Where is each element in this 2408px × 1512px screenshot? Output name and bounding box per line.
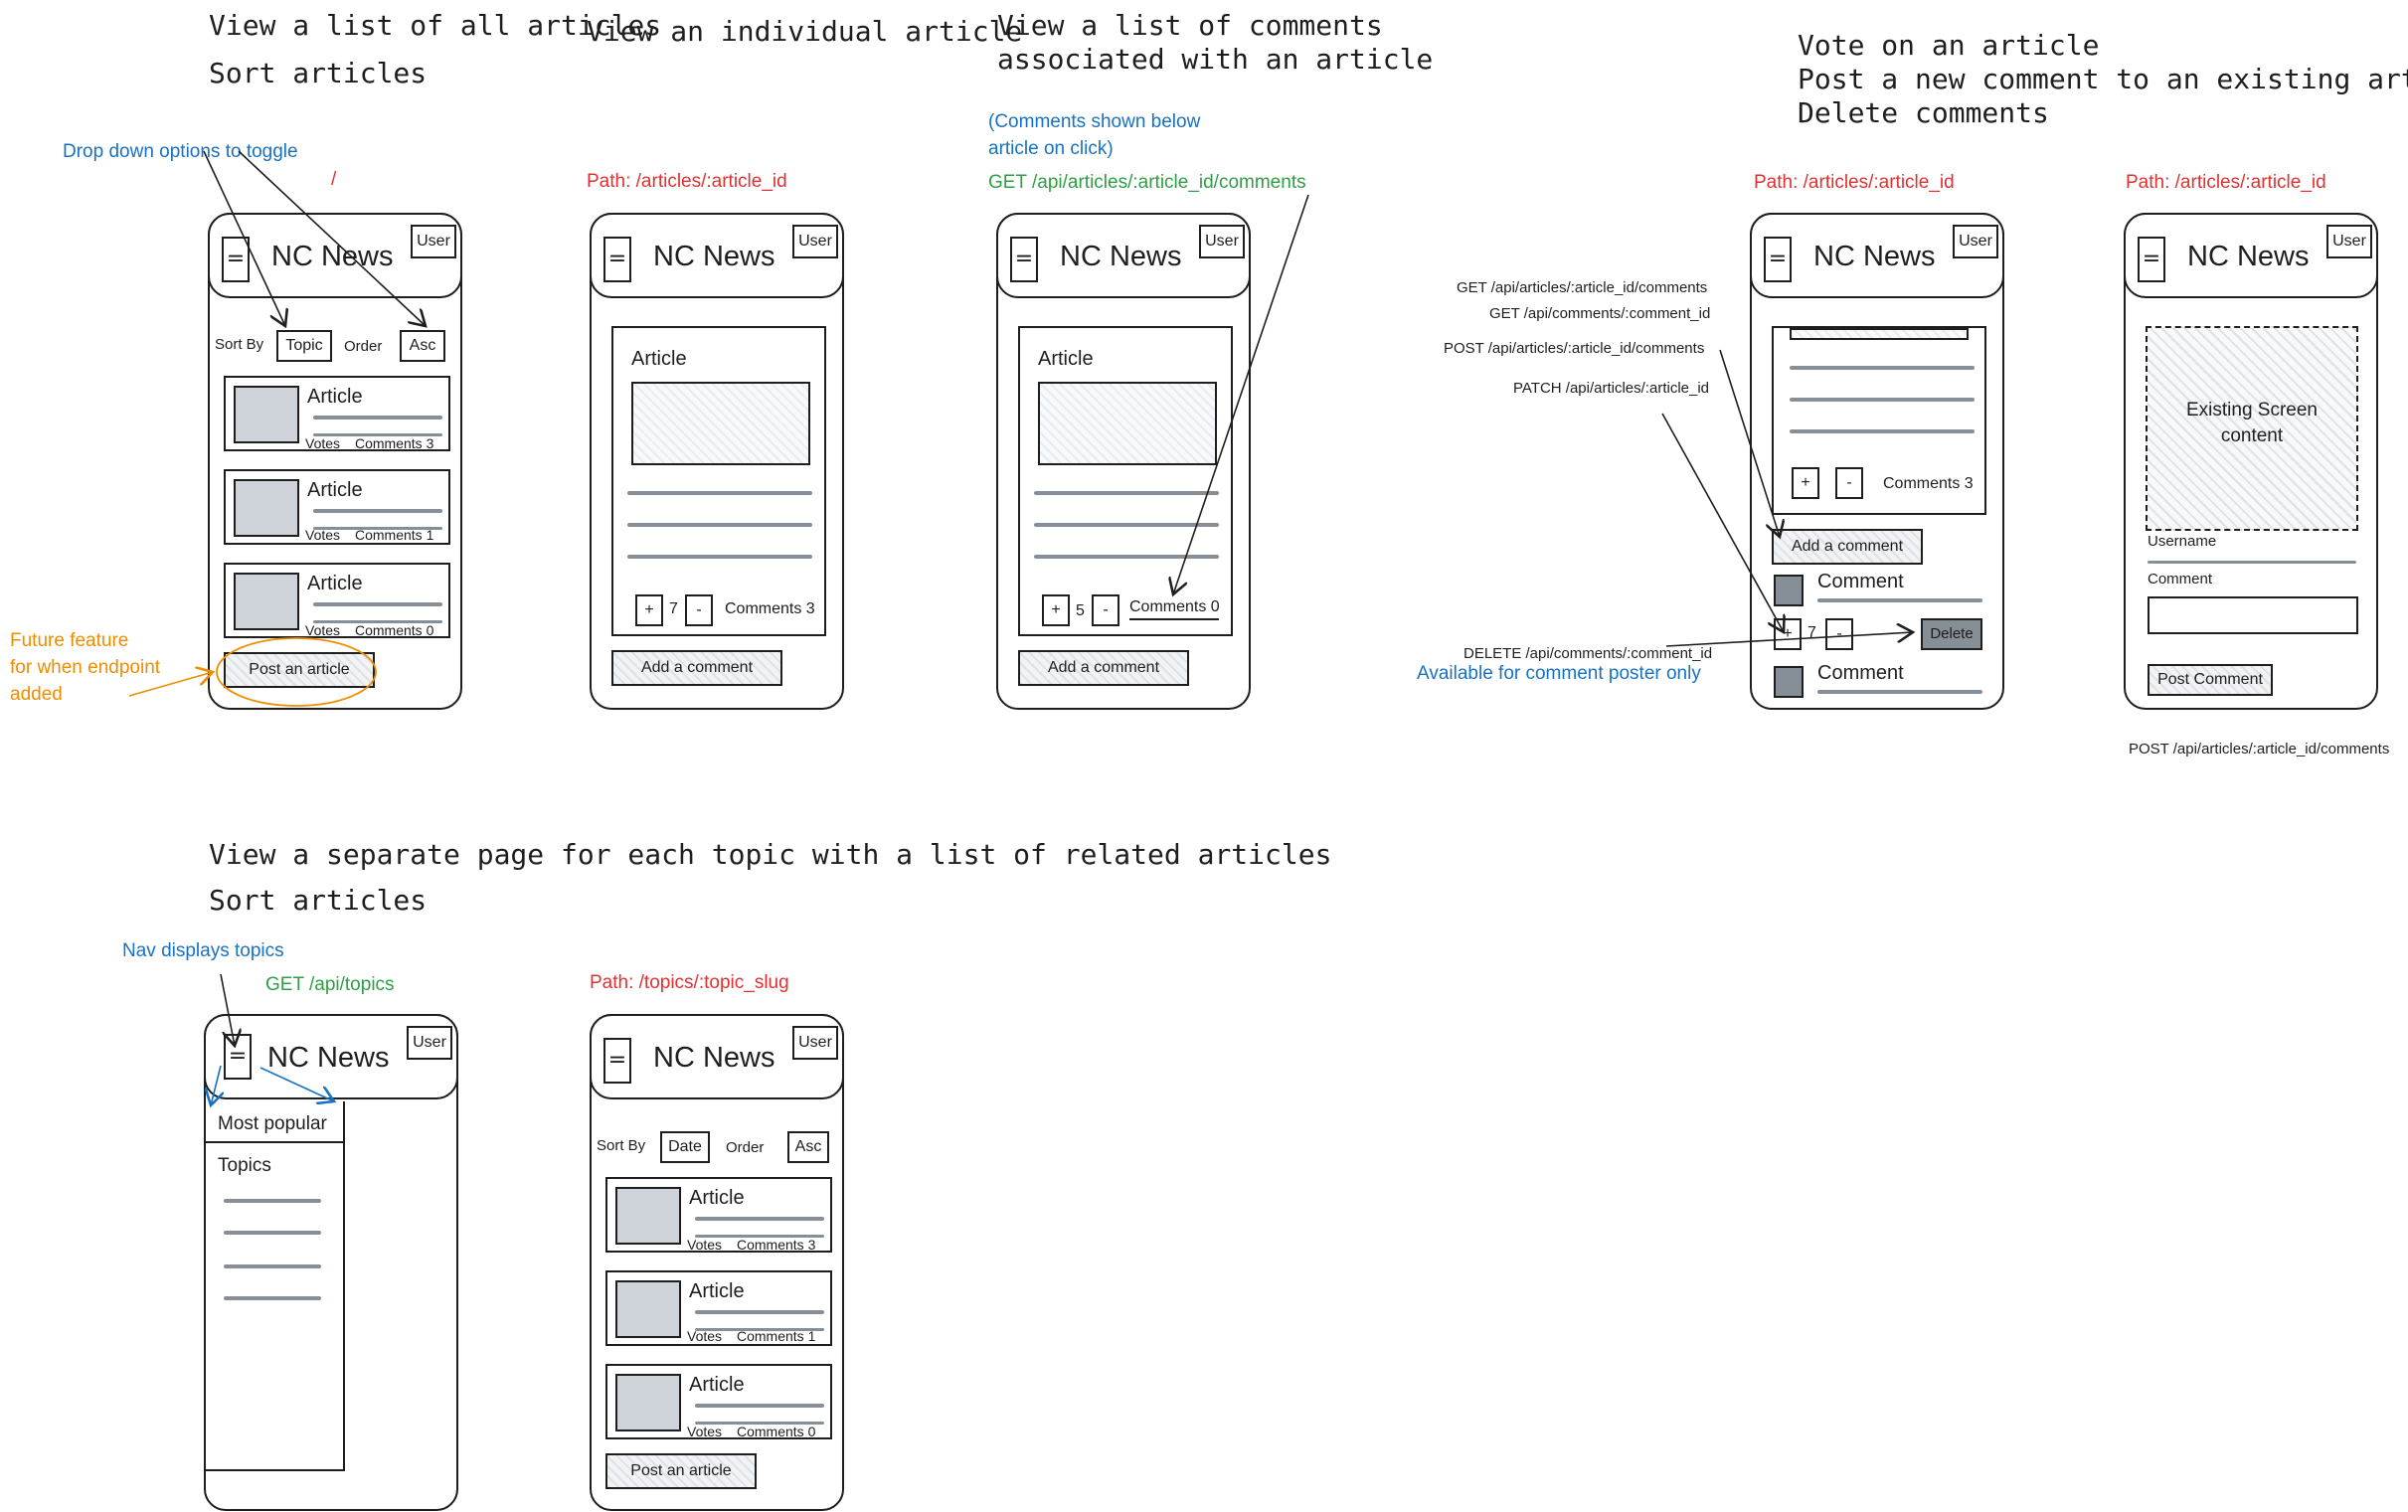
arrow-patch-to-vote bbox=[1661, 413, 1784, 632]
arrow-delete-to-button bbox=[1665, 632, 1913, 647]
future-feature-circle bbox=[216, 637, 377, 707]
annotation-arrows bbox=[128, 150, 2408, 1512]
arrow-to-comments-toggle bbox=[1173, 194, 1309, 594]
arrow-future-feature bbox=[128, 672, 213, 697]
arrow-post-to-add-comment bbox=[1719, 349, 1780, 537]
arrow-menu-to-drawer bbox=[211, 1065, 221, 1105]
arrow-menu-to-topics bbox=[259, 1067, 334, 1101]
arrow-to-order-dropdown bbox=[238, 150, 426, 326]
arrow-to-topic-dropdown bbox=[203, 150, 285, 326]
arrow-nav-to-menu bbox=[220, 973, 235, 1046]
